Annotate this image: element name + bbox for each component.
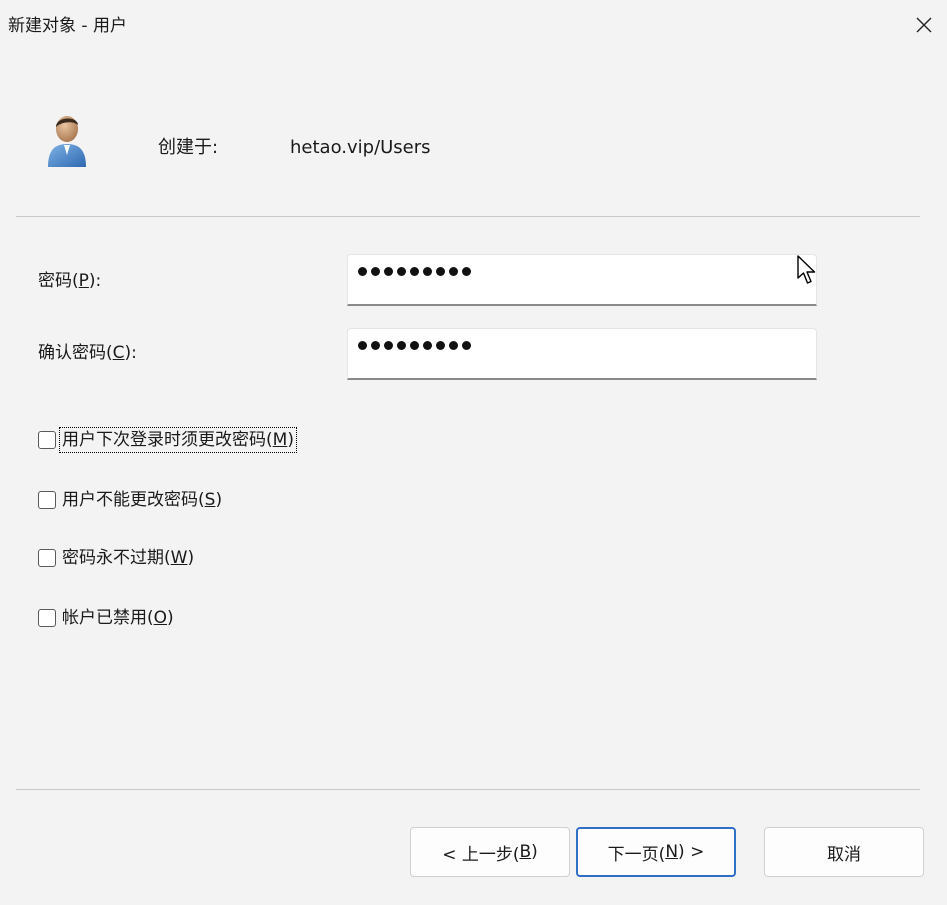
mask-dot [436,267,445,276]
checkbox-label: 用户下次登录时须更改密码(M) [59,427,297,453]
checkbox[interactable] [38,431,56,449]
confirm-password-label: 确认密码(C): [38,343,137,363]
checkbox-label: 帐户已禁用(O) [62,608,174,628]
password-input[interactable] [347,254,817,306]
mask-dot [423,267,432,276]
mask-dot [397,341,406,350]
user-icon [48,116,86,167]
close-button[interactable] [901,0,947,50]
mouse-pointer-icon [797,255,816,284]
mask-dot [410,267,419,276]
mask-dot [358,267,367,276]
back-button[interactable]: < 上一步(B) [410,827,570,877]
option-cannot-change-password[interactable]: 用户不能更改密码(S) [38,487,224,513]
checkbox-label: 密码永不过期(W) [62,548,195,568]
checkbox-label: 用户不能更改密码(S) [62,490,223,510]
mask-dot [449,267,458,276]
top-divider [16,216,920,217]
mask-dot [436,341,445,350]
next-button[interactable]: 下一页(N) > [576,827,736,877]
confirm-password-mask [358,341,471,350]
close-icon [916,17,932,33]
window-title: 新建对象 - 用户 [8,16,127,36]
confirm-password-input[interactable] [347,328,817,380]
mask-dot [462,267,471,276]
checkbox[interactable] [38,491,56,509]
option-must-change-password[interactable]: 用户下次登录时须更改密码(M) [38,427,297,453]
mask-dot [410,341,419,350]
created-in-value: hetao.vip/Users [290,137,431,158]
mask-dot [371,267,380,276]
mask-dot [462,341,471,350]
mask-dot [358,341,367,350]
checkbox[interactable] [38,609,56,627]
mask-dot [384,341,393,350]
mask-dot [371,341,380,350]
mask-dot [423,341,432,350]
cancel-button[interactable]: 取消 [764,827,924,877]
bottom-divider [16,789,920,790]
password-mask [358,267,471,276]
option-account-disabled[interactable]: 帐户已禁用(O) [38,605,176,631]
checkbox[interactable] [38,549,56,567]
mask-dot [384,267,393,276]
password-label: 密码(P): [38,271,102,291]
title-bar: 新建对象 - 用户 [0,0,947,50]
mask-dot [397,267,406,276]
option-password-never-expires[interactable]: 密码永不过期(W) [38,545,196,571]
mask-dot [449,341,458,350]
created-in-label: 创建于: [158,137,219,158]
